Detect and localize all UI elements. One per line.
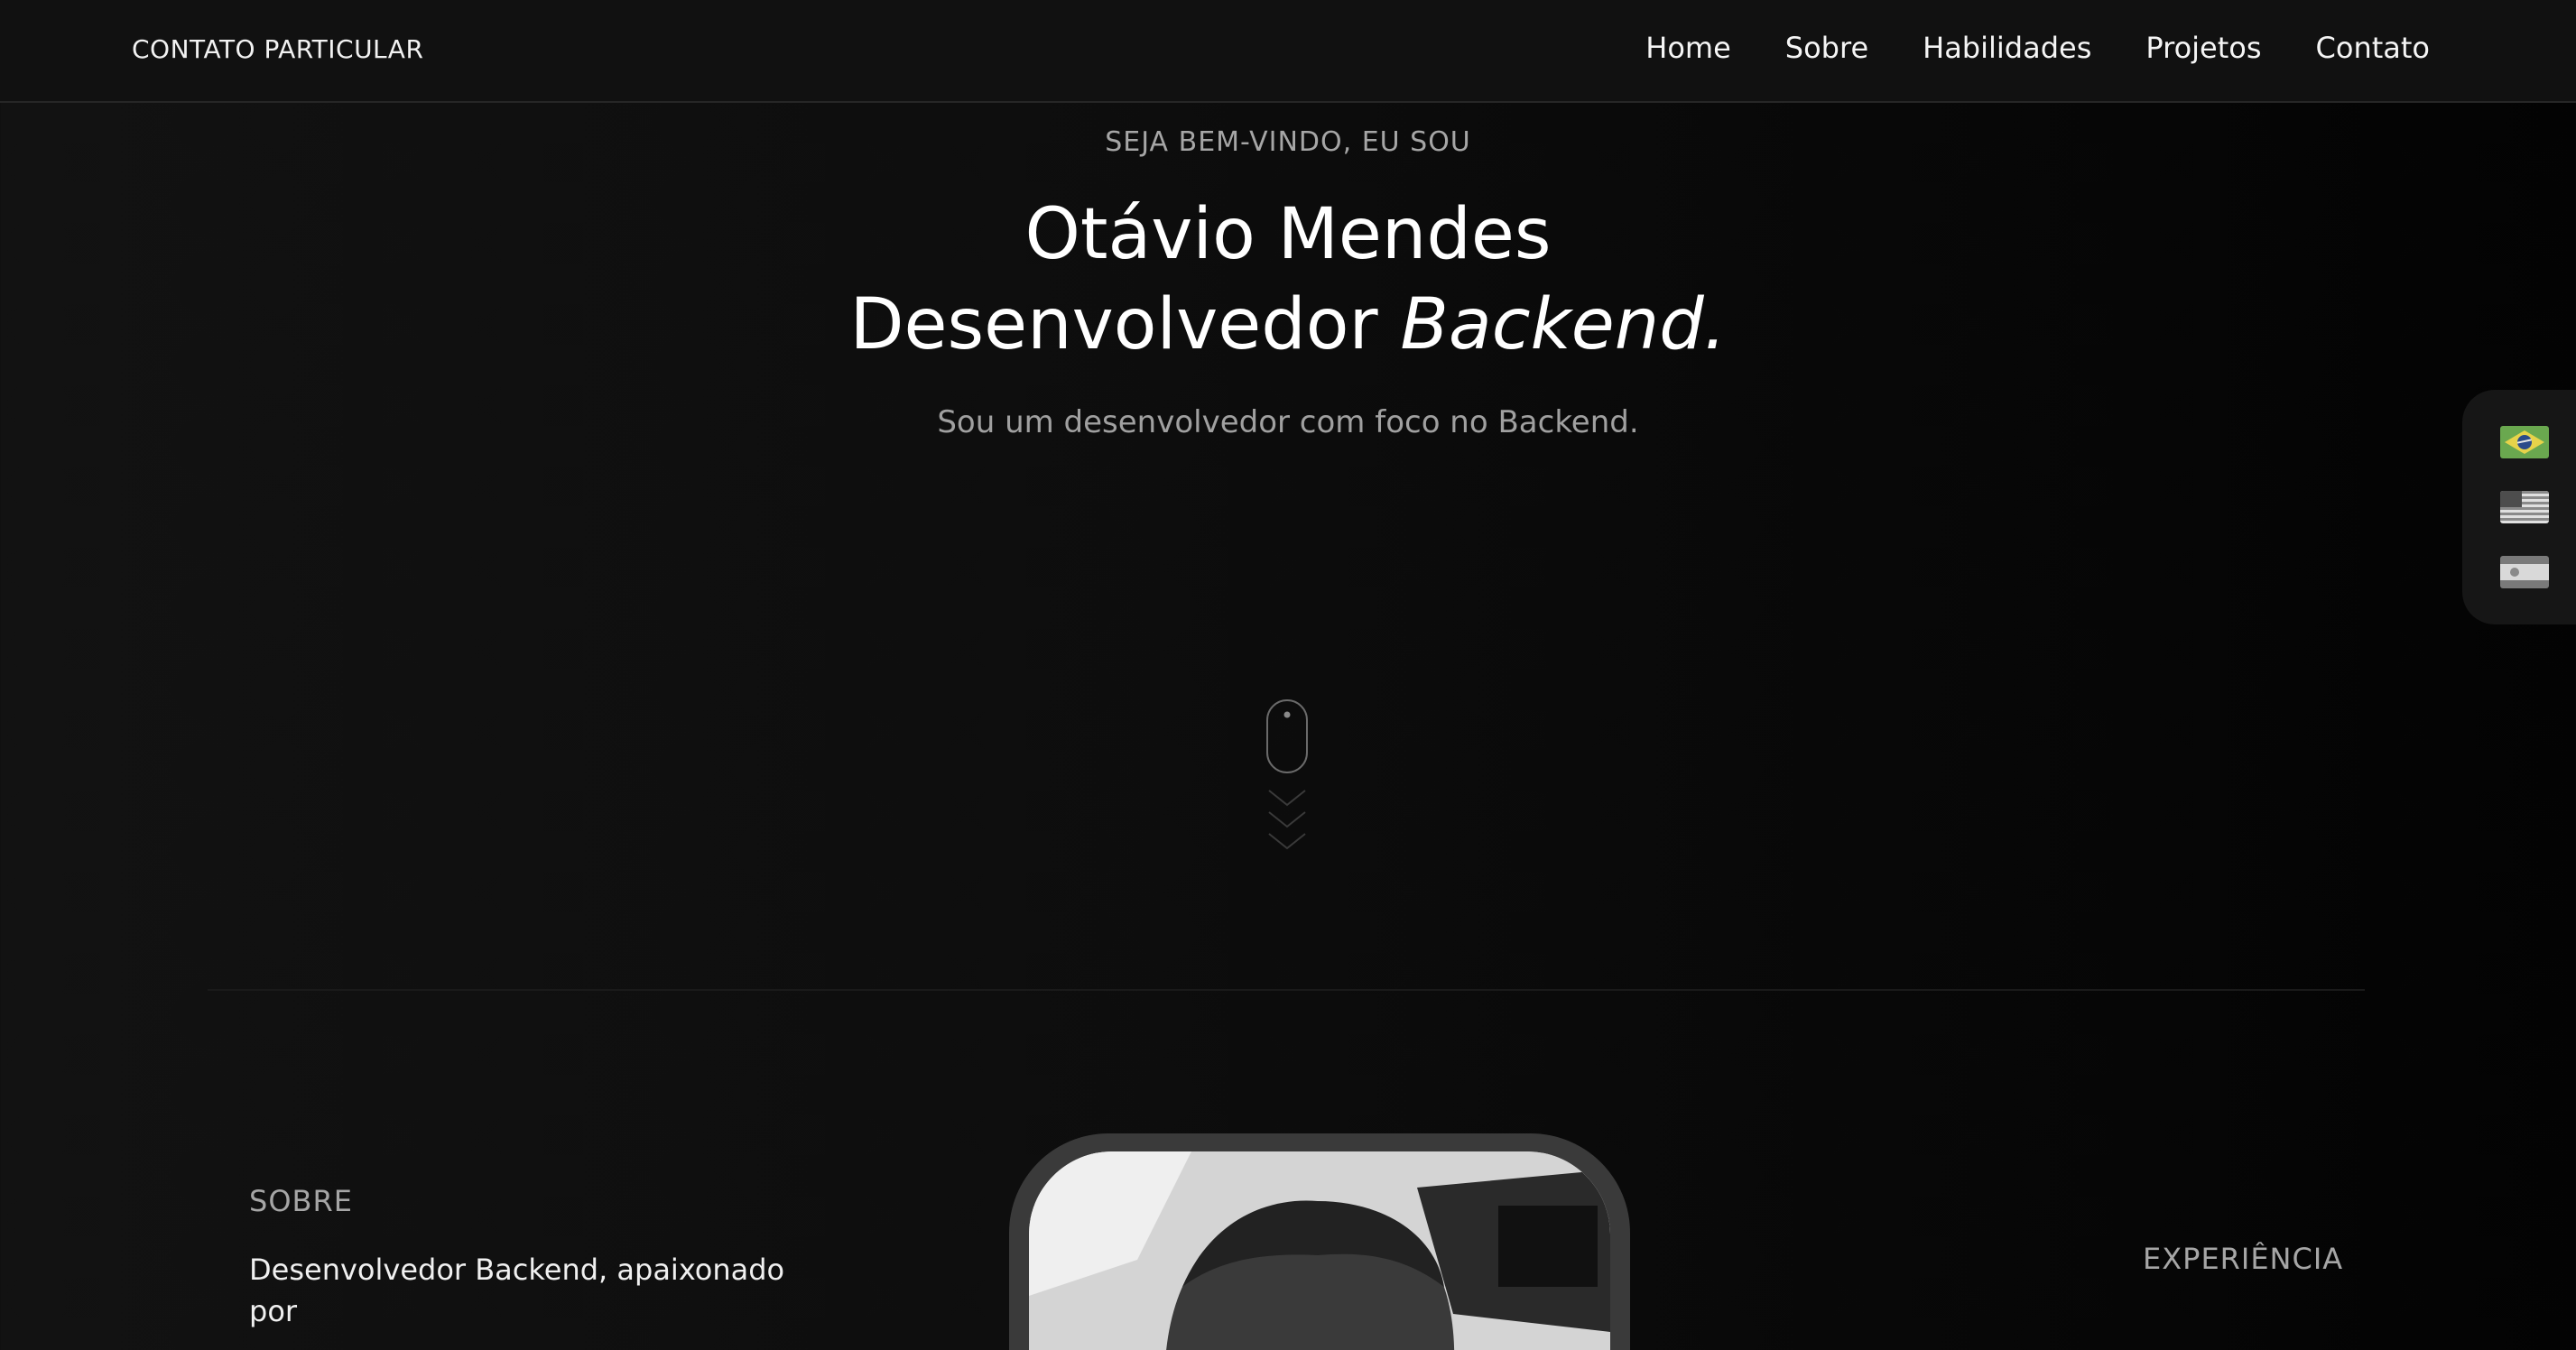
nav-projetos[interactable]: Projetos [2145,31,2261,65]
hero-role-emphasis: Backend. [1400,284,1727,365]
scroll-down-indicator[interactable] [1265,698,1309,861]
language-switcher [2462,390,2576,624]
top-navbar: CONTATO PARTICULAR Home Sobre Habilidade… [0,0,2576,103]
section-divider [208,989,2365,991]
hero-greeting: SEJA BEM-VINDO, EU SOU [1105,126,1471,158]
hero-name: Otávio Mendes [1024,194,1552,275]
profile-photo [1029,1151,1610,1350]
brand-link[interactable]: CONTATO PARTICULAR [132,34,423,64]
nav-contato[interactable]: Contato [2316,31,2430,65]
spain-flag-icon[interactable] [2500,556,2549,588]
about-section-label: SOBRE [249,1184,353,1218]
profile-photo-frame [1009,1133,1630,1350]
usa-flag-icon[interactable] [2500,491,2549,523]
brazil-flag-icon[interactable] [2500,426,2549,458]
nav-habilidades[interactable]: Habilidades [1923,31,2091,65]
about-text: Desenvolvedor Backend, apaixonado por [249,1253,785,1328]
hero-role-prefix: Desenvolvedor [849,284,1378,365]
hero-tagline: Sou um desenvolvedor com foco no Backend… [937,404,1639,440]
experience-section-label: EXPERIÊNCIA [2143,1242,2344,1276]
nav-home[interactable]: Home [1645,31,1731,65]
mouse-scroll-icon [1266,699,1308,850]
main-nav: Home Sobre Habilidades Projetos Contato [1645,31,2430,65]
nav-sobre[interactable]: Sobre [1785,31,1868,65]
hero-role: Desenvolvedor Backend. [0,280,2576,370]
